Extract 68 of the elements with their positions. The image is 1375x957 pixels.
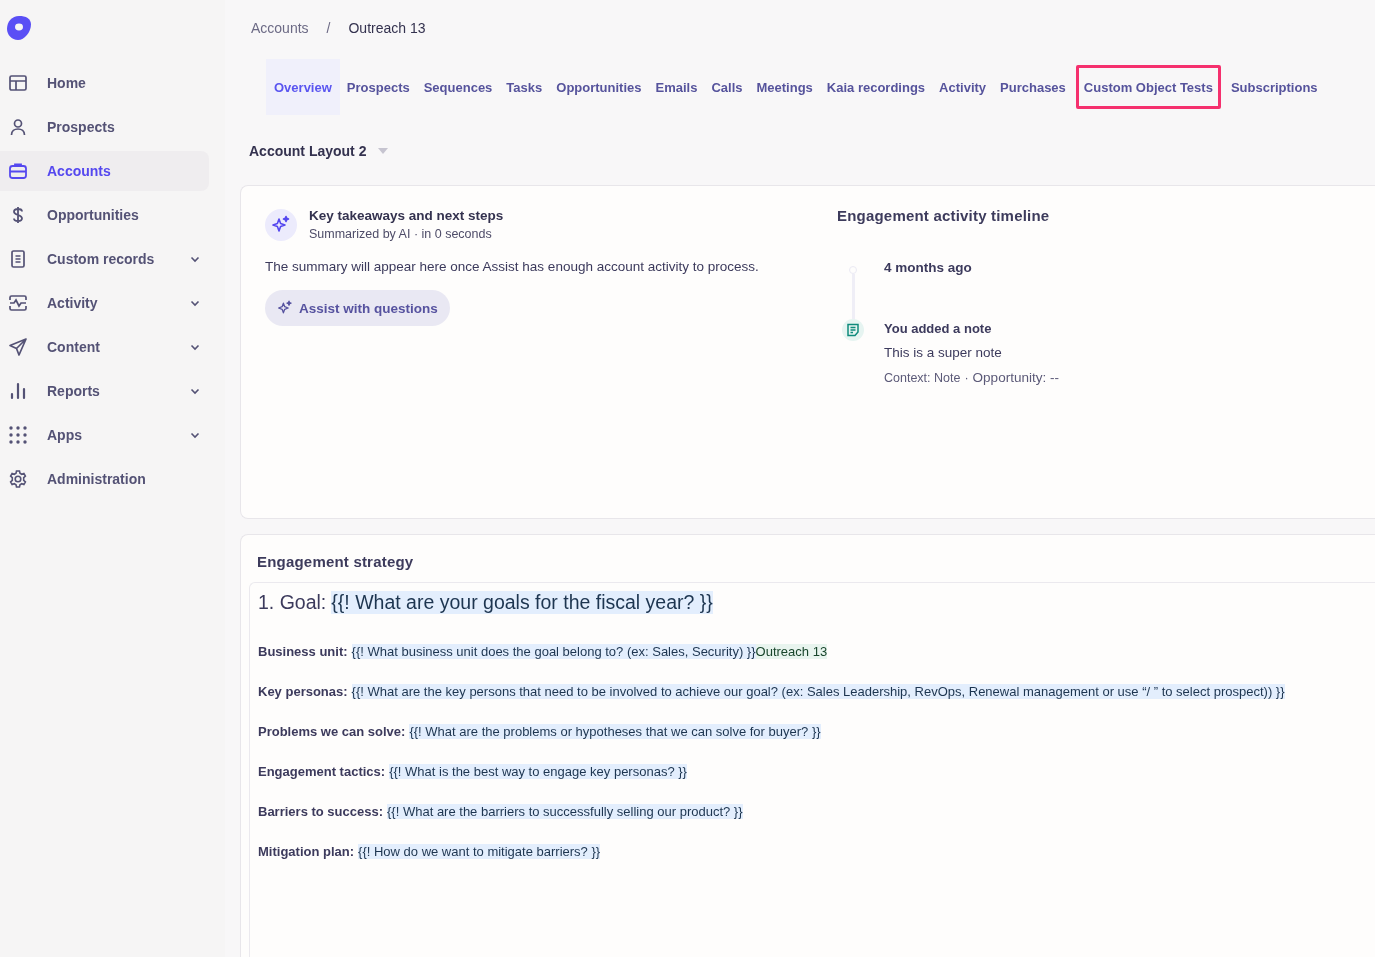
summary-title: Key takeaways and next steps	[309, 208, 504, 223]
dropdown-arrow-icon	[377, 146, 390, 155]
field-label: Mitigation plan:	[258, 844, 355, 859]
layout-dropdown[interactable]: Account Layout 2	[240, 115, 390, 167]
template-placeholder: {{! What are the problems or hypotheses that we can solve for buyer? }}	[409, 724, 821, 739]
tab[interactable]: Kaia recordings	[819, 59, 933, 115]
paper-plane-icon	[8, 337, 28, 357]
tab[interactable]: Subscriptions	[1223, 59, 1325, 115]
breadcrumb-item: Outreach 13	[348, 20, 426, 38]
sidebar-item[interactable]: Content	[0, 327, 209, 367]
goal-label: 1. Goal:	[258, 591, 327, 614]
summary-message: The summary will appear here once Assist has enough account activity to process.	[265, 259, 760, 274]
sparkle-icon	[277, 300, 293, 316]
activity-icon	[8, 293, 28, 313]
tab[interactable]: Activity	[932, 59, 994, 115]
note-title: You added a note	[884, 320, 993, 336]
strategy-title: Engagement strategy	[257, 553, 415, 570]
breadcrumb-item[interactable]: Accounts	[251, 20, 309, 40]
person-icon	[8, 117, 28, 137]
assist-button[interactable]: Assist with questions	[265, 290, 450, 326]
tab[interactable]: Meetings	[749, 59, 820, 115]
bar-chart-icon	[8, 381, 28, 401]
note-opportunity: Opportunity: --	[972, 370, 1059, 385]
tab[interactable]: Sequences	[416, 59, 500, 115]
layout-icon	[8, 73, 28, 93]
template-placeholder: {{! How do we want to mitigate barriers? }}	[358, 844, 601, 859]
note-body: This is a super note	[884, 345, 1003, 360]
timeline-date: 4 months ago	[884, 260, 973, 277]
breadcrumb-separator: /	[326, 20, 331, 38]
sidebar-item[interactable]: Reports	[0, 371, 209, 411]
sidebar-item[interactable]: Activity	[0, 283, 209, 323]
sidebar-item[interactable]: Prospects	[0, 107, 209, 147]
settings-icon	[8, 469, 28, 489]
field-label: Key personas:	[258, 684, 348, 699]
note-context: Context: Note	[884, 371, 961, 385]
sidebar-item[interactable]: Home	[0, 63, 209, 103]
field-label: Barriers to success:	[258, 804, 383, 819]
field-value: Outreach 13	[755, 644, 828, 659]
tab[interactable]: Tasks	[499, 59, 550, 115]
tab[interactable]: Opportunities	[549, 59, 649, 115]
sidebar-item[interactable]: Administration	[0, 459, 209, 499]
field-label: Problems we can solve:	[258, 724, 406, 739]
template-placeholder: {{! What are the key persons that need to be involved to achieve our goal? (ex: Sales Leadership, RevOps, Renewal management or use “/ ” to select prospect)) }}	[351, 684, 1285, 699]
document-icon	[8, 249, 28, 269]
template-placeholder: {{! What are your goals for the fiscal year? }}	[331, 591, 713, 614]
template-placeholder: {{! What are the barriers to successfully selling our product? }}	[387, 804, 743, 819]
field-label: Engagement tactics:	[258, 764, 386, 779]
sidebar-item[interactable]: Accounts	[0, 151, 209, 191]
tab[interactable]: Emails	[648, 59, 705, 115]
sidebar-item[interactable]: Opportunities	[0, 195, 209, 235]
separator-dot: ·	[964, 371, 969, 385]
sidebar-item[interactable]: Custom records	[0, 239, 209, 279]
note-icon	[846, 323, 860, 337]
template-placeholder: {{! What is the best way to engage key personas? }}	[389, 764, 687, 779]
logo-icon[interactable]	[5, 14, 33, 42]
tab[interactable]: Purchases	[993, 59, 1073, 115]
timeline-title: Engagement activity timeline	[837, 207, 1051, 224]
grid-icon	[8, 425, 28, 445]
sidebar-item[interactable]: Apps	[0, 415, 209, 455]
field-label: Business unit:	[258, 644, 348, 659]
tab[interactable]: Overview	[266, 59, 340, 115]
sparkle-icon	[271, 214, 291, 235]
template-placeholder: {{! What business unit does the goal belong to? (ex: Sales, Security) }}	[351, 644, 756, 659]
tab[interactable]: Calls	[704, 59, 750, 115]
tab[interactable]: Prospects	[339, 59, 417, 115]
summary-subtitle: Summarized by AI · in 0 seconds	[309, 227, 493, 241]
briefcase-icon	[8, 161, 28, 181]
tab[interactable]: Custom Object Tests	[1075, 65, 1221, 109]
